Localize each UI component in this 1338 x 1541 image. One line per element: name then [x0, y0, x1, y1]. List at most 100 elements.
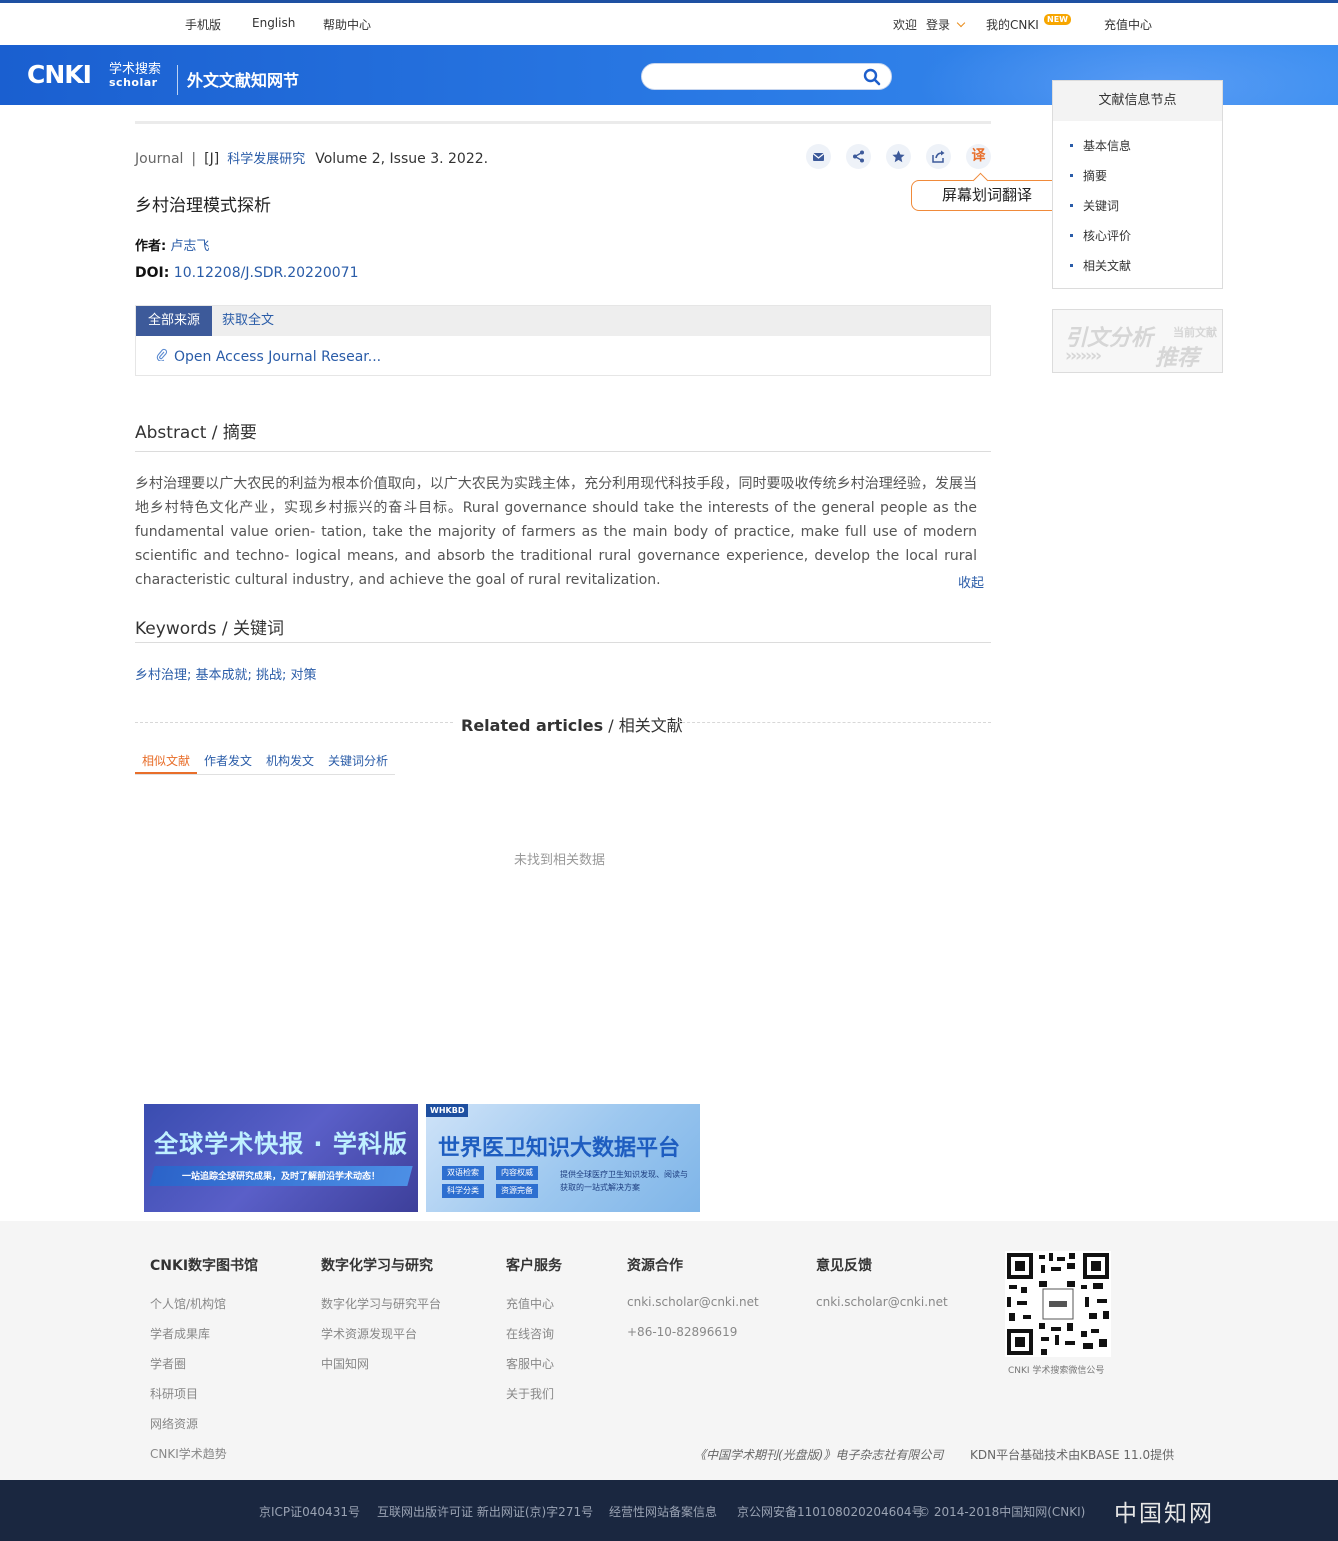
doi-link[interactable]: 10.12208/J.SDR.20220071: [174, 265, 359, 281]
tab-similar[interactable]: 相似文献: [142, 752, 190, 769]
mail-icon: [812, 153, 825, 161]
tab-author-papers[interactable]: 作者发文: [204, 752, 252, 769]
footer-link[interactable]: 学者圈: [150, 1355, 186, 1372]
cite-subtitle: 当前文献: [1173, 326, 1217, 339]
translate-button[interactable]: 译: [966, 144, 991, 169]
sidebar-item-label: 基本信息: [1083, 139, 1132, 153]
my-cnki-link[interactable]: 我的CNKI: [986, 16, 1039, 33]
footer-link[interactable]: 数字化学习与研究平台: [321, 1295, 441, 1312]
footer-link[interactable]: 学术资源发现平台: [321, 1325, 417, 1342]
qr-caption: CNKI 学术搜索微信公号: [1008, 1366, 1105, 1376]
keywords-list[interactable]: 乡村治理; 基本成就; 挑战; 对策: [135, 664, 317, 683]
tab-get-fulltext[interactable]: 获取全文: [222, 306, 274, 336]
help-link[interactable]: 帮助中心: [323, 16, 371, 33]
sidebar-item-basic-info[interactable]: 基本信息: [1070, 137, 1131, 154]
keywords-heading-sep: /: [221, 619, 228, 639]
footer-link[interactable]: 学者成果库: [150, 1325, 210, 1342]
footer-col-heading: 客户服务: [506, 1258, 562, 1274]
open-access-link[interactable]: Open Access Journal Resear...: [156, 348, 381, 365]
abstract-heading-cn: 摘要: [222, 423, 257, 443]
sidebar-item-label: 相关文献: [1083, 259, 1132, 273]
related-title-sep: /: [608, 716, 614, 735]
share-button[interactable]: [846, 144, 871, 169]
footer-link[interactable]: 中国知网: [321, 1355, 369, 1372]
footer-link[interactable]: CNKI学术趋势: [150, 1445, 227, 1462]
footer-link[interactable]: cnki.scholar@cnki.net: [816, 1295, 948, 1309]
footer-link[interactable]: 科研项目: [150, 1385, 198, 1402]
journal-source-link[interactable]: 科学发展研究: [227, 148, 305, 167]
footer-col-heading: CNKI数字图书馆: [150, 1258, 259, 1274]
related-title-cn: 相关文献: [618, 716, 683, 735]
banner2-pill: 资源完备: [496, 1184, 538, 1198]
sidebar-item-abstract[interactable]: 摘要: [1070, 167, 1107, 184]
footer-link[interactable]: 关于我们: [506, 1385, 554, 1402]
abstract-heading-en: Abstract: [135, 423, 207, 443]
export-button[interactable]: [926, 144, 951, 169]
sidebar-item-label: 摘要: [1083, 169, 1108, 183]
abstract-rule: [135, 451, 991, 452]
english-link[interactable]: English: [252, 16, 295, 30]
chevron-down-icon[interactable]: [956, 18, 966, 28]
global-express-banner[interactable]: 全球学术快报 · 学科版 一站追踪全球研究成果，及时了解前沿学术动态！: [144, 1104, 418, 1212]
no-data-message: 未找到相关数据: [514, 853, 606, 868]
doi-label: DOI:: [135, 265, 170, 281]
publisher-name: 《中国学术期刊(光盘版)》电子杂志社有限公司: [694, 1448, 944, 1462]
author-link[interactable]: 卢志飞: [170, 239, 209, 254]
banner2-title: 世界医卫知识大数据平台: [438, 1136, 681, 1161]
source-box: 全部来源 获取全文 Open Access Journal Resear...: [135, 305, 991, 376]
article-type: Journal: [135, 151, 184, 167]
logo-sub-en: scholar: [109, 76, 158, 89]
publish-license-link[interactable]: 互联网出版许可证 新出网证(京)字271号: [377, 1503, 593, 1520]
banner1-title: 全球学术快报 · 学科版: [154, 1130, 408, 1158]
translate-tooltip: 屏幕划词翻译: [911, 180, 1063, 211]
icp-link[interactable]: 京ICP证040431号: [259, 1503, 360, 1520]
keywords-heading: Keywords / 关键词: [135, 614, 284, 639]
footer-col-heading: 资源合作: [627, 1258, 683, 1274]
author-label: 作者:: [135, 239, 167, 254]
banner1-subtitle: 一站追踪全球研究成果，及时了解前沿学术动态！: [181, 1172, 380, 1182]
cnki-logo[interactable]: CNKI: [27, 61, 92, 89]
abstract-heading-sep: /: [211, 423, 218, 443]
tab-all-sources[interactable]: 全部来源: [136, 306, 212, 336]
collapse-link[interactable]: 收起: [958, 572, 984, 591]
sidebar-item-related[interactable]: 相关文献: [1070, 257, 1131, 274]
tab-keyword-analysis[interactable]: 关键词分析: [328, 752, 388, 769]
abstract-heading: Abstract / 摘要: [135, 418, 257, 443]
favorite-button[interactable]: [886, 144, 911, 169]
sidebar-item-keywords[interactable]: 关键词: [1070, 197, 1119, 214]
tab-org-papers[interactable]: 机构发文: [266, 752, 314, 769]
footer-link[interactable]: 网络资源: [150, 1415, 198, 1432]
publisher-text: 《中国学术期刊(光盘版)》电子杂志社有限公司: [694, 1446, 943, 1463]
medical-platform-banner[interactable]: WHKBD 世界医卫知识大数据平台 双语检索 内容权威 科学分类 资源完备 提供…: [426, 1104, 700, 1212]
footer-link[interactable]: 充值中心: [506, 1295, 554, 1312]
keywords-heading-cn: 关键词: [233, 619, 285, 639]
banner2-pill: 科学分类: [442, 1184, 484, 1198]
info-node-sidebar: 文献信息节点 基本信息 摘要 关键词 核心评价 相关文献: [1052, 80, 1223, 289]
banner2-badge: WHKBD: [426, 1104, 469, 1117]
related-line-right: [677, 722, 991, 723]
export-icon: [932, 150, 945, 163]
meta-separator: |: [191, 151, 197, 167]
footer-link[interactable]: 个人馆/机构馆: [150, 1295, 226, 1312]
search-input[interactable]: [654, 68, 854, 86]
footer-link[interactable]: cnki.scholar@cnki.net: [627, 1295, 759, 1309]
email-button[interactable]: [806, 144, 831, 169]
section-title: 外文文献知网节: [187, 71, 300, 90]
share-icon: [853, 150, 864, 163]
mobile-link[interactable]: 手机版: [185, 16, 221, 33]
citation-analysis-button[interactable]: 引文分析 当前文献 ››››››› 推荐: [1052, 309, 1223, 373]
related-title: Related articles / 相关文献: [461, 712, 683, 736]
keywords-heading-en: Keywords: [135, 619, 217, 639]
footer-link[interactable]: 客服中心: [506, 1355, 554, 1372]
recharge-link[interactable]: 充值中心: [1104, 16, 1152, 33]
source-tabs: 全部来源 获取全文: [136, 306, 990, 336]
open-access-text: Open Access Journal Resear...: [174, 349, 382, 365]
banner2-pill: 内容权威: [496, 1166, 538, 1180]
sidebar-item-core-eval[interactable]: 核心评价: [1070, 227, 1131, 244]
search-icon[interactable]: [863, 68, 881, 86]
police-record-link[interactable]: 京公网安备110108020204604号: [737, 1503, 924, 1520]
business-record-link[interactable]: 经营性网站备案信息: [609, 1503, 717, 1520]
login-link[interactable]: 登录: [926, 16, 950, 33]
paperclip-icon: [156, 348, 168, 361]
footer-link[interactable]: 在线咨询: [506, 1325, 554, 1342]
